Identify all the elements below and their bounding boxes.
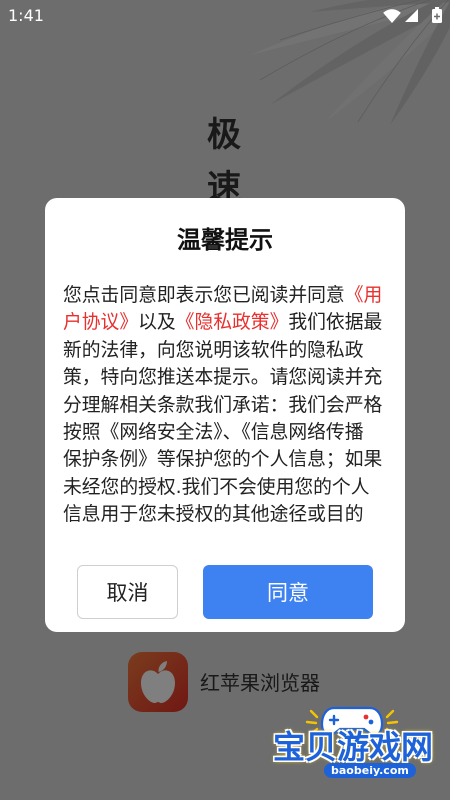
dialog-body-line: 信息用于您未授权的其他途径或目的 bbox=[63, 504, 364, 526]
dialog-body-line: 户协议》以及《隐私政策》我们依据最 bbox=[63, 309, 389, 336]
privacy-policy-link[interactable]: 《隐私政策》 bbox=[176, 312, 289, 333]
status-bar: 1:41 bbox=[0, 0, 450, 32]
privacy-dialog: 温馨提示 您点击同意即表示您已阅读并同意《用 户协议》以及《隐私政策》我们依据最… bbox=[45, 198, 405, 632]
cancel-button[interactable]: 取消 bbox=[77, 565, 178, 619]
dialog-body-line: 分理解相关条款我们承诺：我们会严格 bbox=[63, 394, 383, 416]
user-agreement-link[interactable]: 户协议》 bbox=[63, 312, 138, 333]
dialog-body-line: 保护条例》等保护您的个人信息；如果 bbox=[63, 449, 383, 471]
dialog-body-scroll[interactable]: 您点击同意即表示您已阅读并同意《用 户协议》以及《隐私政策》我们依据最 新的法律… bbox=[63, 282, 389, 532]
body-text: 我们依据最 bbox=[288, 312, 383, 334]
body-text: 您点击同意即表示您已阅读并同意 bbox=[63, 285, 345, 306]
dialog-body-line: 未经您的授权.我们不会使用您的个人 bbox=[63, 476, 370, 498]
dialog-body-line: 策，特向您推送本提示。请您阅读并充 bbox=[63, 367, 383, 389]
agree-button[interactable]: 同意 bbox=[203, 565, 373, 619]
dialog-body-line: 按照《网络安全法》、《信息网络传播 bbox=[63, 421, 364, 443]
wifi-icon bbox=[383, 9, 401, 23]
dialog-title: 温馨提示 bbox=[177, 226, 273, 254]
dialog-body-line: 新的法律，向您说明该软件的隐私政 bbox=[63, 339, 364, 361]
app-screen: 极 速 红苹果浏览器 1:41 bbox=[0, 0, 450, 800]
signal-icon bbox=[405, 9, 418, 22]
user-agreement-link[interactable]: 《用 bbox=[345, 285, 383, 306]
battery-icon bbox=[432, 7, 442, 23]
body-text: 以及 bbox=[138, 312, 176, 334]
dialog-body-line: 您点击同意即表示您已阅读并同意《用 bbox=[63, 282, 389, 309]
status-time: 1:41 bbox=[8, 6, 44, 25]
